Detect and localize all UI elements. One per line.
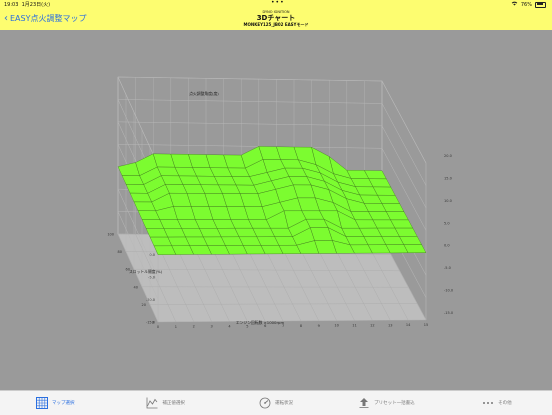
- x-tick-label: 14: [406, 323, 411, 327]
- y-tick-label: 100: [107, 233, 114, 237]
- x-tick-label: 8: [300, 324, 302, 328]
- x-tick-label: 1: [175, 325, 177, 329]
- battery-icon: [535, 2, 546, 8]
- z-tick-label-right: 15.0: [444, 176, 452, 180]
- x-tick-label: 13: [388, 323, 392, 327]
- wifi-icon: [511, 1, 518, 8]
- y-tick-label: 0: [152, 321, 154, 325]
- tab-line-chart[interactable]: 補正値選択: [110, 391, 220, 415]
- z-tick-label-right: 0.0: [444, 244, 450, 248]
- x-tick-label: 11: [352, 324, 356, 328]
- z-tick-label-right: 20.0: [444, 154, 452, 158]
- z-tick-label-right: 10.0: [444, 199, 452, 203]
- x-tick-label: 15: [424, 323, 428, 327]
- grid-icon: [36, 397, 48, 409]
- x-tick-label: 3: [210, 325, 212, 329]
- z-tick-label-right: 5.0: [444, 221, 450, 225]
- x-tick-label: 12: [370, 323, 374, 327]
- z-tick-label-right: -5.0: [444, 266, 451, 270]
- y-tick-label: 40: [134, 285, 138, 289]
- tab-label: その他: [498, 400, 512, 406]
- page-title: 3Dチャート: [0, 14, 552, 22]
- surface-chart[interactable]: -15.0-15.0-10.0-10.0-5.0-5.00.00.05.05.0…: [0, 30, 552, 390]
- chart-title: 点火調整角度(度): [189, 91, 219, 96]
- multitask-dots-icon[interactable]: •••: [271, 0, 285, 6]
- gauge-icon: [259, 397, 271, 409]
- x-tick-label: 2: [193, 325, 195, 329]
- nav-title-block: DYNO IGNITION 3Dチャート MONKEY125_JB02 EASY…: [0, 10, 552, 28]
- x-axis-label: エンジン回転数 ×1000rpm: [236, 320, 285, 325]
- z-tick-label-right: -15.0: [444, 311, 453, 315]
- status-bar: 19:03 1月23日(火) ••• 76%: [0, 0, 552, 8]
- y-tick-label: 20: [142, 303, 146, 307]
- y-tick-label: 80: [118, 250, 122, 254]
- tab-gauge[interactable]: 運転状況: [221, 391, 331, 415]
- tab-upload[interactable]: プリセット一括書込: [331, 391, 441, 415]
- navigation-bar: ‹ EASY点火調整マップ DYNO IGNITION 3Dチャート MONKE…: [0, 8, 552, 30]
- tab-more[interactable]: その他: [442, 391, 552, 415]
- z-tick-label-right: -10.0: [444, 289, 453, 293]
- y-axis-label: スロットル開度(%): [129, 269, 163, 274]
- x-tick-label: 4: [228, 324, 231, 328]
- tab-bar: マップ選択 補正値選択 運転状況 プリセット一括書込 その他: [0, 390, 552, 415]
- more-icon: [482, 397, 494, 409]
- tab-label: マップ選択: [52, 400, 75, 406]
- z-tick-label-left: 0.0: [149, 253, 155, 257]
- x-tick-label: 9: [318, 324, 320, 328]
- status-time: 19:03 1月23日(火): [4, 1, 50, 8]
- model-label: MONKEY125_JB02 EASYモード: [0, 22, 552, 28]
- tab-label: プリセット一括書込: [374, 400, 415, 406]
- z-tick-label-left: -5.0: [148, 276, 155, 280]
- line-chart-icon: [146, 397, 158, 409]
- upload-icon: [358, 397, 370, 409]
- x-tick-label: 0: [157, 325, 159, 329]
- battery-percent: 76%: [521, 2, 532, 8]
- tab-label: 補正値選択: [162, 400, 185, 406]
- tab-label: 運転状況: [275, 400, 293, 406]
- tab-grid[interactable]: マップ選択: [0, 391, 110, 415]
- x-tick-label: 10: [334, 324, 338, 328]
